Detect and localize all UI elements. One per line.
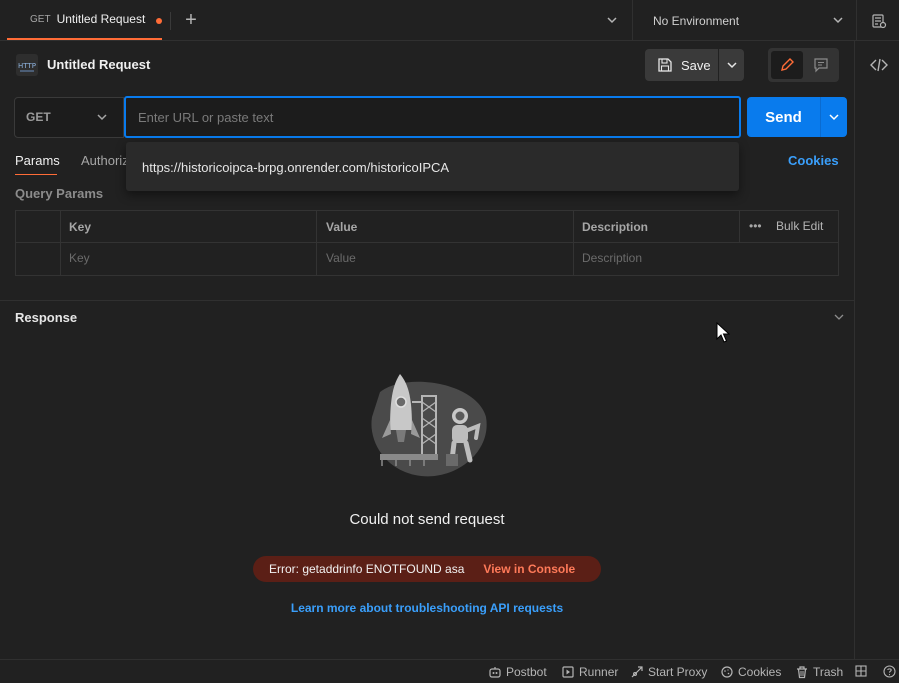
more-options-icon[interactable]: ••• <box>749 219 763 233</box>
send-dropdown-button[interactable] <box>820 97 847 137</box>
response-title: Response <box>15 310 78 325</box>
unsaved-dot-icon <box>156 18 162 24</box>
tab-title: Untitled Request <box>56 12 146 26</box>
statusbar-cookies-label: Cookies <box>738 665 782 679</box>
statusbar-runner-button[interactable]: Runner <box>561 665 618 679</box>
tab-divider <box>170 12 171 30</box>
new-tab-button[interactable]: + <box>180 10 202 32</box>
param-description-input[interactable]: Description <box>582 251 642 265</box>
save-dropdown-button[interactable] <box>719 49 744 81</box>
help-icon[interactable] <box>883 665 896 681</box>
statusbar-start-proxy-button[interactable]: Start Proxy <box>630 665 707 679</box>
query-params-title: Query Params <box>15 186 104 201</box>
error-title: Could not send request <box>349 511 505 528</box>
statusbar-postbot-label: Postbot <box>506 665 547 679</box>
method-label: GET <box>26 110 51 124</box>
statusbar-trash-label: Trash <box>813 665 844 679</box>
save-label: Save <box>681 57 711 73</box>
url-suggestion-item[interactable]: https://historicoipca-brpg.onrender.com/… <box>142 160 449 175</box>
response-collapse-chevron-icon[interactable] <box>833 311 845 323</box>
bulk-edit-button[interactable]: Bulk Edit <box>776 219 823 233</box>
tab-method-label: GET <box>30 13 51 25</box>
error-message-text: Error: getaddrinfo ENOTFOUND asa <box>269 562 465 576</box>
statusbar-trash-button[interactable]: Trash <box>795 665 843 679</box>
tab-untitled-request[interactable]: GET Untitled Request <box>7 0 162 40</box>
comment-icon <box>814 58 828 73</box>
tab-params[interactable]: Params <box>15 153 60 168</box>
url-input[interactable] <box>124 96 741 138</box>
view-in-console-link[interactable]: View in Console <box>483 562 575 576</box>
tab-authorization[interactable]: Authoriz <box>81 153 129 168</box>
postbot-icon <box>489 667 501 678</box>
tabs-dropdown-chevron-icon[interactable] <box>604 12 620 28</box>
request-title[interactable]: Untitled Request <box>47 57 150 72</box>
param-value-input[interactable]: Value <box>326 251 356 265</box>
column-header-value: Value <box>326 220 358 234</box>
statusbar-cookies-button[interactable]: Cookies <box>720 665 781 679</box>
cookie-icon <box>721 666 733 678</box>
environment-quick-look-icon[interactable] <box>871 13 887 29</box>
param-key-input[interactable]: Key <box>69 251 90 265</box>
right-sidebar <box>854 41 899 659</box>
table-column-divider <box>573 210 574 276</box>
learn-more-link[interactable]: Learn more about troubleshooting API req… <box>0 601 854 615</box>
error-message-banner: Error: getaddrinfo ENOTFOUND asa View in… <box>253 556 601 582</box>
response-divider <box>0 300 854 301</box>
statusbar-postbot-button[interactable]: Postbot <box>488 665 547 679</box>
proxy-icon <box>631 666 643 678</box>
trash-icon <box>797 666 807 679</box>
mouse-cursor-icon <box>716 321 731 344</box>
save-floppy-icon <box>658 58 672 72</box>
two-pane-layout-icon[interactable] <box>855 665 867 680</box>
pencil-icon <box>781 58 794 71</box>
cookies-link[interactable]: Cookies <box>788 153 839 168</box>
edit-mode-button[interactable] <box>771 51 803 79</box>
active-tab-indicator <box>15 174 57 175</box>
rocket-astronaut-illustration <box>366 372 488 482</box>
column-header-description: Description <box>582 220 649 234</box>
send-button[interactable]: Send <box>747 97 820 137</box>
table-row-divider <box>15 242 839 243</box>
table-column-divider <box>60 210 61 276</box>
query-params-table <box>15 210 839 276</box>
code-snippet-icon[interactable] <box>870 57 888 73</box>
column-header-key: Key <box>69 220 92 234</box>
statusbar-runner-label: Runner <box>579 665 619 679</box>
environment-chevron-down-icon[interactable] <box>832 14 844 26</box>
statusbar-proxy-label: Start Proxy <box>648 665 708 679</box>
env-divider <box>632 0 633 40</box>
svg-text:HTTP: HTTP <box>18 62 36 70</box>
env-divider-right <box>856 0 857 40</box>
method-chevron-down-icon[interactable] <box>96 111 108 123</box>
chevron-down-icon <box>829 114 839 121</box>
table-column-divider <box>739 210 740 242</box>
save-button[interactable]: Save <box>645 49 718 81</box>
runner-icon <box>562 666 574 678</box>
environment-selector[interactable]: No Environment <box>653 14 739 28</box>
comments-mode-button[interactable] <box>807 51 835 79</box>
http-request-icon: HTTP <box>15 53 39 77</box>
chevron-down-icon <box>727 62 737 69</box>
table-column-divider <box>316 210 317 276</box>
